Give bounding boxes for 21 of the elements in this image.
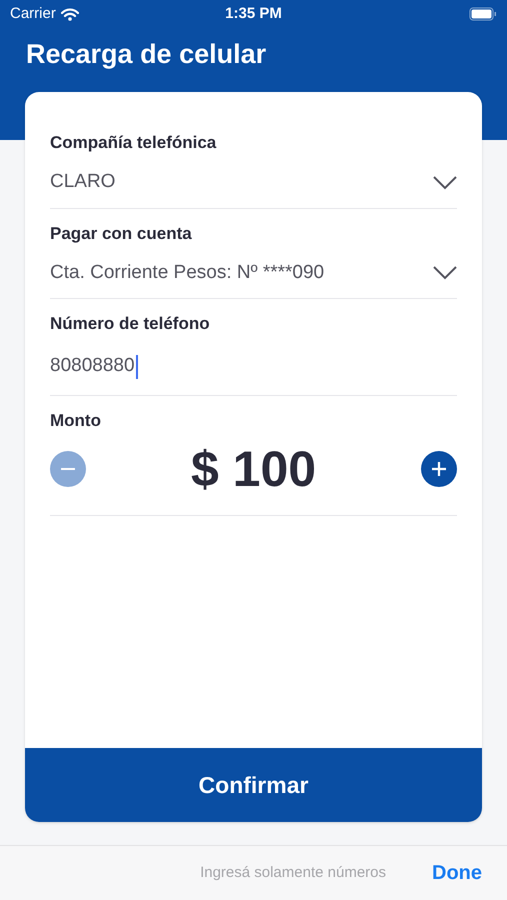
wifi-icon (60, 8, 79, 20)
amount-value: $ 100 (190, 440, 316, 498)
field-label: Número de teléfono (50, 313, 211, 335)
field-label: Pagar con cuenta (50, 222, 193, 245)
dropdown-field[interactable]: CLARO (50, 168, 457, 198)
phone-input-field[interactable]: 80808880 (50, 348, 457, 384)
chevron-down-icon (433, 266, 457, 280)
clock-time: 1:35 PM (225, 4, 282, 24)
page-title: Recarga de celular (25, 38, 268, 71)
chevron-down-icon (433, 176, 457, 190)
battery-icon (469, 7, 497, 21)
minus-icon (61, 468, 75, 470)
confirm-button[interactable]: Confirmar (25, 748, 482, 822)
input-hint: Ingresá solamente números (200, 862, 386, 883)
field-label: Compañía telefónica (50, 132, 218, 154)
carrier-name: Carrier (10, 4, 56, 24)
dropdown-field[interactable]: Cta. Corriente Pesos: Nº ****090 (50, 258, 457, 288)
increase-button[interactable] (421, 451, 457, 487)
plus-icon (432, 462, 446, 476)
field-label: Monto (50, 410, 102, 432)
done-button[interactable]: Done (432, 858, 482, 888)
